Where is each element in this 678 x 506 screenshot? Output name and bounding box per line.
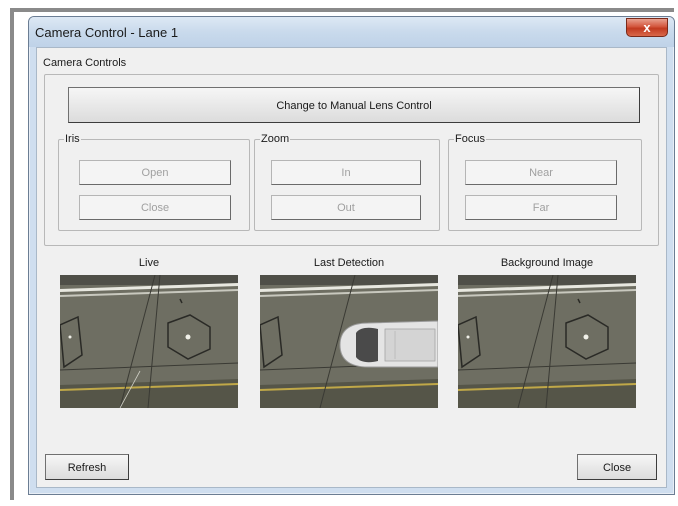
manual-lens-control-button[interactable]: Change to Manual Lens Control: [68, 87, 640, 123]
close-button[interactable]: Close: [577, 454, 657, 480]
title-bar[interactable]: Camera Control - Lane 1 x: [29, 17, 674, 47]
focus-far-button[interactable]: Far: [465, 195, 617, 220]
camera-controls-label: Camera Controls: [43, 57, 127, 69]
zoom-label: Zoom: [260, 133, 291, 146]
iris-close-button[interactable]: Close: [79, 195, 231, 220]
last-detection-image: [260, 275, 438, 408]
camera-control-window: Camera Control - Lane 1 x Camera Control…: [28, 16, 675, 495]
live-camera-image: [60, 275, 238, 408]
focus-near-button[interactable]: Near: [465, 160, 617, 185]
focus-group: Focus Near Far: [448, 133, 642, 231]
zoom-in-button[interactable]: In: [271, 160, 421, 185]
window-title: Camera Control - Lane 1: [35, 25, 179, 40]
iris-open-button[interactable]: Open: [79, 160, 231, 185]
dialog-client-area: Camera Controls Change to Manual Lens Co…: [36, 47, 667, 488]
live-image-label: Live: [138, 257, 160, 269]
background-image-label: Background Image: [500, 257, 594, 269]
focus-label: Focus: [454, 133, 486, 146]
camera-controls-group: Change to Manual Lens Control Iris Open …: [44, 74, 659, 246]
last-detection-image-label: Last Detection: [313, 257, 385, 269]
window-close-icon[interactable]: x: [626, 18, 668, 37]
zoom-group: Zoom In Out: [254, 133, 440, 231]
iris-label: Iris: [64, 133, 81, 146]
zoom-out-button[interactable]: Out: [271, 195, 421, 220]
background-image: [458, 275, 636, 408]
refresh-button[interactable]: Refresh: [45, 454, 129, 480]
iris-group: Iris Open Close: [58, 133, 250, 231]
